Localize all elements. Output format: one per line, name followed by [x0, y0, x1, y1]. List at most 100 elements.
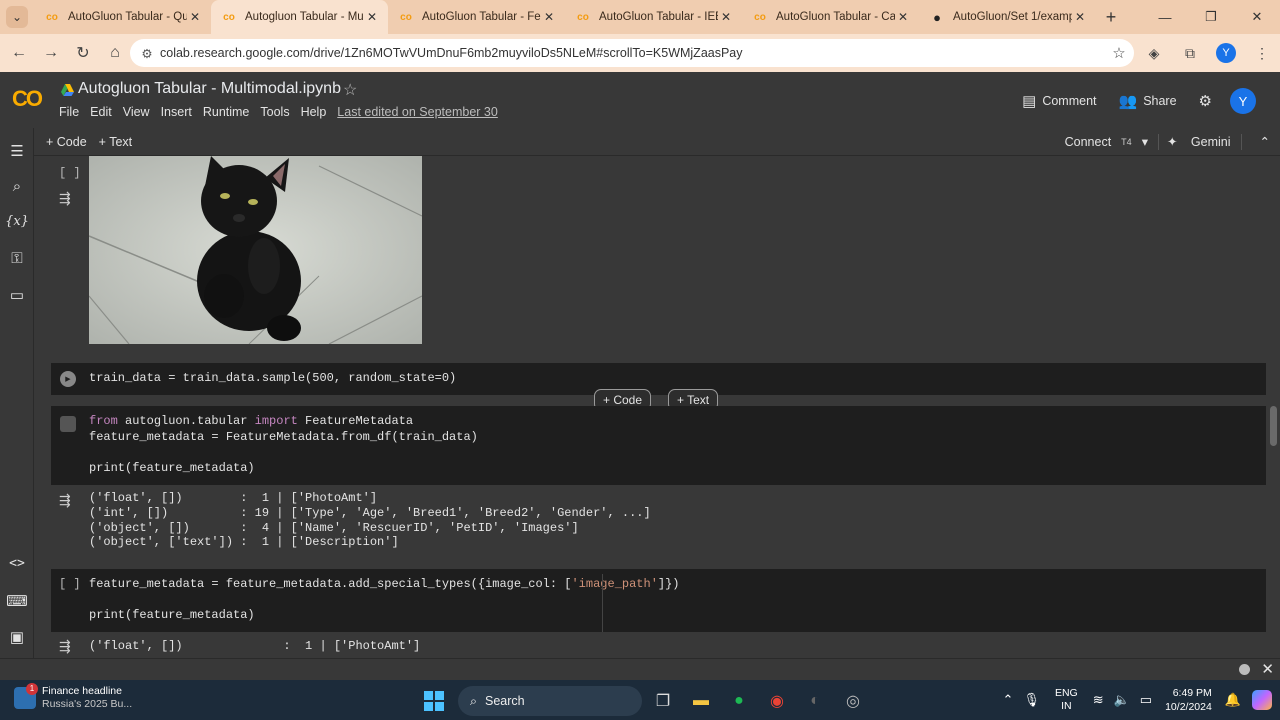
collapse-chevron-icon[interactable]: ⌃ [1260, 134, 1270, 149]
code-snippets-icon[interactable]: <> [0, 556, 34, 571]
code-cell-special-types[interactable]: [ ] feature_metadata = feature_metadata.… [51, 569, 1266, 632]
secrets-key-icon[interactable]: ⚿ [0, 250, 34, 267]
extensions-puzzle-icon[interactable]: ⧉ [1172, 45, 1208, 62]
gemini-button[interactable]: ✦ Gemini [1167, 134, 1231, 149]
language-indicator[interactable]: ENG IN [1055, 687, 1078, 713]
microphone-icon[interactable]: 🎙 [1023, 692, 1040, 708]
notebook-title[interactable]: Autogluon Tabular - Multimodal.ipynb [78, 80, 341, 98]
back-arrow-icon[interactable]: ← [4, 38, 34, 68]
profile-avatar[interactable]: Y [1216, 43, 1236, 63]
spotify-icon[interactable]: ● [722, 684, 756, 718]
app-icon[interactable]: ◐ [798, 684, 832, 718]
menu-view[interactable]: View [123, 105, 150, 119]
star-icon[interactable]: ☆ [343, 80, 357, 100]
maximize-icon[interactable]: ❐ [1188, 0, 1234, 34]
cat-photo [89, 156, 422, 344]
add-text-button[interactable]: + Text [99, 135, 132, 149]
extension-shield-icon[interactable]: ◈ [1136, 45, 1172, 62]
search-icon[interactable]: ⌕ [0, 178, 34, 195]
notebook-scrollbar[interactable] [1268, 156, 1280, 658]
notification-bell-icon[interactable]: 🔔 [1225, 692, 1241, 708]
comment-button[interactable]: ▤ Comment [1022, 92, 1096, 110]
browser-tab-6[interactable]: ● AutoGluon/Set 1/example ✕ [919, 0, 1096, 34]
table-of-contents-icon[interactable]: ☰ [0, 142, 34, 160]
last-edited-link[interactable]: Last edited on September 30 [337, 105, 498, 119]
output-toggle-icon[interactable]: ⇶ [59, 190, 71, 207]
file-explorer-icon[interactable]: ▬ [684, 684, 718, 718]
cell-code[interactable]: from autogluon.tabular import FeatureMet… [89, 414, 478, 477]
connect-button[interactable]: Connect [1065, 135, 1112, 149]
reload-icon[interactable]: ↻ [68, 38, 98, 68]
browser-tab-2[interactable]: co Autogluon Tabular - Multim ✕ [211, 0, 388, 34]
code-cell-sample[interactable]: ▶ train_data = train_data.sample(500, ra… [51, 363, 1266, 395]
recording-app-icon[interactable]: ◎ [836, 684, 870, 718]
drive-icon [61, 84, 74, 96]
cell-run-bracket[interactable]: [ ] [59, 577, 81, 591]
output-toggle-icon[interactable]: ⇶ [59, 492, 71, 509]
menu-edit[interactable]: Edit [90, 105, 112, 119]
browser-tab-5[interactable]: co AutoGluon Tabular - Califo ✕ [742, 0, 919, 34]
url-field[interactable]: ⚙ colab.research.google.com/drive/1Zn6MO… [130, 39, 1134, 67]
editor-ruler [602, 574, 603, 632]
share-button[interactable]: 👥 Share [1119, 92, 1177, 110]
cat-image-output [89, 156, 422, 344]
taskbar-search[interactable]: ⌕ Search [458, 686, 642, 716]
status-dot-icon [1239, 664, 1250, 675]
forward-arrow-icon[interactable]: → [36, 38, 66, 68]
close-icon[interactable]: ✕ [541, 10, 557, 24]
bookmark-star-icon[interactable]: ☆ [1104, 44, 1134, 62]
tab-search-button[interactable]: ⌄ [0, 0, 34, 34]
task-view-icon[interactable]: ❐ [646, 684, 680, 718]
site-info-icon[interactable]: ⚙ [134, 46, 160, 61]
chevron-down-icon[interactable]: ▾ [1142, 134, 1148, 149]
new-tab-button[interactable]: + [1096, 0, 1126, 34]
scrollbar-thumb[interactable] [1270, 406, 1277, 446]
clock[interactable]: 6:49 PM 10/2/2024 [1165, 686, 1212, 714]
battery-icon[interactable]: ▭ [1140, 692, 1152, 708]
volume-icon[interactable]: 🔈 [1114, 692, 1130, 708]
close-window-icon[interactable]: ✕ [1234, 0, 1280, 34]
close-icon[interactable]: ✕ [1261, 660, 1274, 678]
variables-icon[interactable]: {x} [0, 214, 34, 229]
close-icon[interactable]: ✕ [364, 10, 380, 24]
close-icon[interactable]: ✕ [187, 10, 203, 24]
browser-tab-3[interactable]: co AutoGluon Tabular - Featu ✕ [388, 0, 565, 34]
home-icon[interactable]: ⌂ [100, 38, 130, 68]
code-line: feature_metadata = FeatureMetadata.from_… [89, 429, 478, 444]
chrome-icon[interactable]: ◉ [760, 684, 794, 718]
command-palette-icon[interactable]: ⌨ [0, 592, 34, 610]
terminal-icon[interactable]: ▣ [0, 628, 34, 646]
browser-tab-4[interactable]: co AutoGluon Tabular - IEEE F ✕ [565, 0, 742, 34]
output-line: ('float', []) : 1 | ['PhotoAmt'] [89, 639, 421, 653]
menu-insert[interactable]: Insert [161, 105, 192, 119]
colab-logo[interactable]: CO [12, 86, 48, 111]
menu-runtime[interactable]: Runtime [203, 105, 250, 119]
add-code-button[interactable]: + Code [46, 135, 87, 149]
code-cell-feature-metadata[interactable]: from autogluon.tabular import FeatureMet… [51, 406, 1266, 485]
menu-file[interactable]: File [59, 105, 79, 119]
cell-code[interactable]: feature_metadata = feature_metadata.add_… [89, 577, 680, 624]
close-icon[interactable]: ✕ [895, 10, 911, 24]
account-avatar[interactable]: Y [1230, 88, 1256, 114]
output-toggle-icon[interactable]: ⇶ [59, 638, 71, 655]
close-icon[interactable]: ✕ [1072, 10, 1088, 24]
browser-tab-1[interactable]: co AutoGluon Tabular - Quick ✕ [34, 0, 211, 34]
menu-help[interactable]: Help [301, 105, 327, 119]
windows-start-icon[interactable] [424, 691, 444, 711]
cell-run-bracket[interactable]: [ ] [59, 166, 81, 180]
wifi-icon[interactable]: ≋ [1093, 692, 1104, 708]
run-cell-icon[interactable]: ▶ [60, 371, 76, 387]
close-icon[interactable]: ✕ [718, 10, 734, 24]
cell-code[interactable]: train_data = train_data.sample(500, rand… [89, 371, 456, 387]
minimize-icon[interactable]: — [1142, 0, 1188, 34]
chevron-up-icon[interactable]: ⌃ [1003, 692, 1014, 708]
folder-icon[interactable]: ▭ [0, 286, 34, 304]
news-subtitle: Russia's 2025 Bu... [42, 698, 133, 710]
settings-button[interactable]: ⚙ [1199, 92, 1212, 110]
cell-status-icon[interactable] [60, 416, 76, 432]
code-token: feature_metadata = feature_metadata.add_… [89, 577, 572, 591]
news-widget[interactable]: 1 Finance headline Russia's 2025 Bu... [14, 683, 133, 711]
menu-tools[interactable]: Tools [260, 105, 289, 119]
more-menu-icon[interactable]: ⋮ [1244, 45, 1280, 62]
copilot-icon[interactable] [1252, 690, 1272, 710]
